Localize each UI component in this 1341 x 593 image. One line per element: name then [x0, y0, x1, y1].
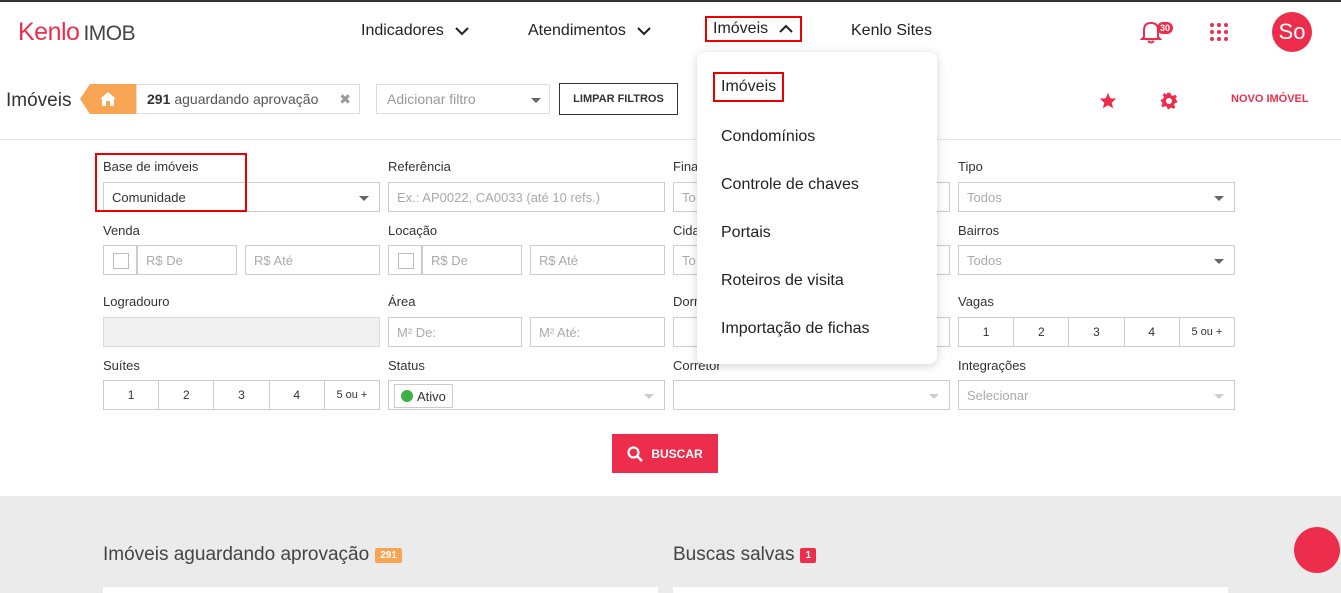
tipo-label: Tipo: [958, 159, 983, 174]
pending-filter-chip[interactable]: 291 aguardando aprovação ✖: [136, 84, 360, 114]
status-label: Status: [388, 358, 425, 373]
menu-item-portais[interactable]: Portais: [721, 224, 771, 242]
new-property-button[interactable]: NOVO IMÓVEL: [1231, 93, 1309, 105]
pending-section-title: Imóveis aguardando aprovação 291: [103, 544, 402, 566]
corretor-select[interactable]: [673, 380, 950, 410]
filter-bar: Imóveis 291 aguardando aprovação ✖ Adici…: [0, 62, 1341, 140]
vagas-option-1[interactable]: 1: [959, 318, 1015, 346]
imoveis-dropdown-menu: Imóveis Condomínios Controle de chaves P…: [697, 52, 937, 364]
caret-down-icon: [1214, 196, 1224, 201]
search-button[interactable]: BUSCAR: [612, 434, 718, 473]
apps-grid-icon[interactable]: [1210, 23, 1228, 41]
pending-card: [103, 587, 658, 593]
gear-icon[interactable]: [1160, 92, 1178, 110]
suites-option-3[interactable]: 3: [214, 381, 270, 409]
page-title: Imóveis: [6, 90, 72, 111]
star-icon[interactable]: [1099, 92, 1117, 109]
area-label: Área: [388, 294, 416, 309]
suites-option-5plus[interactable]: 5 ou +: [325, 381, 379, 409]
menu-item-condominios[interactable]: Condomínios: [721, 128, 815, 146]
suites-selector: 1 2 3 4 5 ou +: [103, 380, 380, 410]
nav-imoveis[interactable]: Imóveis: [705, 16, 803, 42]
venda-from-input[interactable]: R$ De: [137, 245, 237, 275]
saved-section-title: Buscas salvas 1: [673, 544, 817, 566]
suites-option-1[interactable]: 1: [104, 381, 160, 409]
suites-label: Suítes: [103, 358, 140, 373]
search-icon: [627, 445, 644, 462]
finalidade-label: Fina: [673, 159, 699, 174]
integracoes-label: Integrações: [958, 358, 1026, 373]
venda-checkbox[interactable]: [103, 245, 137, 275]
vagas-option-3[interactable]: 3: [1069, 318, 1125, 346]
status-dot-icon: [401, 390, 413, 402]
vagas-selector: 1 2 3 4 5 ou +: [958, 317, 1235, 347]
reference-input[interactable]: Ex.: AP0022, CA0033 (até 10 refs.): [388, 182, 665, 212]
locacao-from-input[interactable]: R$ De: [422, 245, 522, 275]
notification-badge: 30: [1157, 22, 1174, 34]
add-filter-select[interactable]: Adicionar filtro: [376, 84, 550, 114]
saved-card: [673, 587, 1228, 593]
dashboard-section: Imóveis aguardando aprovação 291 Buscas …: [0, 496, 1341, 593]
close-icon[interactable]: ✖: [339, 91, 351, 108]
menu-item-roteiros[interactable]: Roteiros de visita: [721, 272, 844, 290]
top-navbar: Kenlo IMOB Indicadores Atendimentos Imóve…: [0, 0, 1341, 62]
chevron-up-icon: [779, 24, 793, 33]
bairros-select[interactable]: Todos: [958, 245, 1235, 275]
cidade-label: Cida: [673, 223, 700, 238]
caret-down-icon: [531, 98, 541, 103]
caret-down-icon: [1214, 394, 1224, 399]
chevron-down-icon: [455, 27, 469, 36]
locacao-to-input[interactable]: R$ Até: [530, 245, 665, 275]
menu-item-controle-chaves[interactable]: Controle de chaves: [721, 176, 859, 194]
suites-option-2[interactable]: 2: [159, 381, 215, 409]
logradouro-label: Logradouro: [103, 294, 170, 309]
area-to-input[interactable]: M² Até:: [530, 317, 665, 347]
caret-down-icon: [1214, 259, 1224, 264]
vagas-option-2[interactable]: 2: [1014, 318, 1070, 346]
venda-to-input[interactable]: R$ Até: [245, 245, 380, 275]
reference-label: Referência: [388, 159, 451, 174]
search-form: Base de imóveis Comunidade Referência Ex…: [0, 141, 1341, 496]
locacao-label: Locação: [388, 223, 438, 238]
home-tag[interactable]: [80, 84, 136, 114]
vagas-option-5plus[interactable]: 5 ou +: [1180, 318, 1234, 346]
chat-bubble-icon[interactable]: [1294, 527, 1340, 573]
suites-option-4[interactable]: 4: [270, 381, 325, 409]
menu-item-importacao[interactable]: Importação de fichas: [721, 320, 870, 338]
kenlo-logo[interactable]: Kenlo IMOB: [18, 18, 136, 47]
home-icon: [100, 92, 116, 106]
tipo-select[interactable]: Todos: [958, 182, 1235, 212]
vagas-label: Vagas: [958, 294, 994, 309]
caret-down-icon: [929, 394, 939, 399]
caret-down-icon: [359, 196, 369, 201]
vagas-option-4[interactable]: 4: [1125, 318, 1180, 346]
venda-label: Venda: [103, 223, 140, 238]
integracoes-select[interactable]: Selecionar: [958, 380, 1235, 410]
clear-filters-button[interactable]: LIMPAR FILTROS: [559, 83, 678, 115]
bairros-label: Bairros: [958, 223, 1000, 238]
status-tag-ativo[interactable]: Ativo: [394, 384, 453, 408]
user-avatar[interactable]: So: [1272, 12, 1312, 52]
locacao-checkbox[interactable]: [388, 245, 422, 275]
nav-atendimentos[interactable]: Atendimentos: [528, 22, 652, 40]
saved-badge: 1: [800, 547, 817, 563]
highlight-box: [95, 153, 247, 212]
pending-badge: 291: [375, 547, 402, 563]
logradouro-input[interactable]: [103, 317, 380, 347]
nav-kenlo-sites[interactable]: Kenlo Sites: [851, 22, 932, 40]
chevron-down-icon: [637, 27, 651, 36]
nav-indicadores[interactable]: Indicadores: [361, 22, 470, 40]
caret-down-icon: [644, 394, 654, 399]
area-from-input[interactable]: M² De:: [388, 317, 522, 347]
menu-item-imoveis[interactable]: Imóveis: [713, 72, 785, 102]
